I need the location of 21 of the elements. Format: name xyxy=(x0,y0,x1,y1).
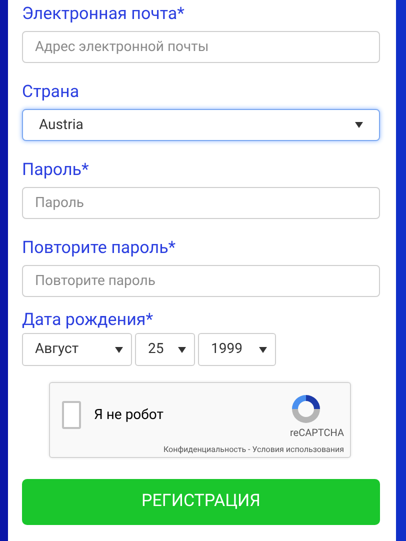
date-select[interactable]: 25 xyxy=(135,333,195,366)
caret-icon xyxy=(115,346,123,352)
privacy-terms-link[interactable]: Конфиденциальность - Условия использования xyxy=(163,445,344,455)
input-field[interactable]: Повторите пароль xyxy=(22,265,380,297)
input-field[interactable]: Адрес электронной почты xyxy=(22,31,380,63)
caret-icon xyxy=(355,122,363,128)
field-label: Повторите пароль* xyxy=(22,237,177,259)
country-select[interactable]: Austria xyxy=(22,109,380,141)
field-label: Электронная почта* xyxy=(22,3,186,25)
field-label: Страна xyxy=(22,81,80,103)
input-field[interactable]: Пароль xyxy=(22,187,380,219)
caret-icon xyxy=(178,346,186,352)
caret-icon xyxy=(259,346,267,352)
recaptcha-logo-icon xyxy=(290,393,322,425)
field-label: Дата рождения* xyxy=(22,309,154,331)
captcha-label: Я не робот xyxy=(94,406,164,424)
field-label: Пароль* xyxy=(22,159,90,181)
date-select[interactable]: 1999 xyxy=(198,333,276,366)
captcha-checkbox[interactable] xyxy=(62,401,81,429)
recaptcha-brand: reCAPTCHA xyxy=(290,428,344,440)
date-select[interactable]: Август xyxy=(22,333,132,366)
